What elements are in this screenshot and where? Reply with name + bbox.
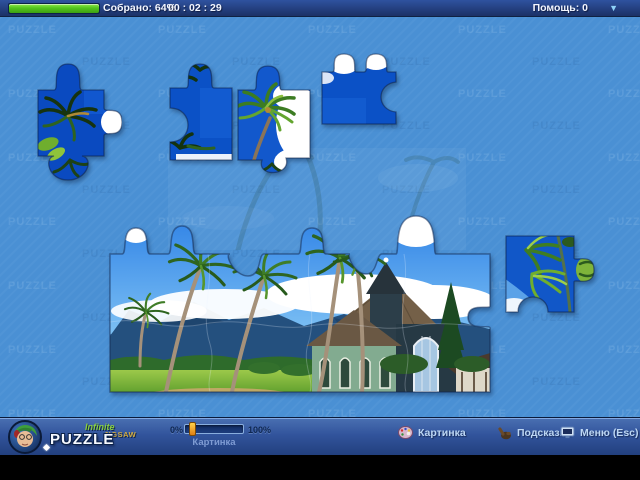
picture-zoom-slider[interactable] — [184, 424, 244, 434]
palette-icon — [398, 426, 413, 439]
collected-progress-fill — [9, 4, 99, 13]
assembled-puzzle-block[interactable] — [104, 214, 494, 394]
slider-handle[interactable] — [189, 422, 196, 436]
logo-star — [43, 444, 50, 451]
loose-puzzle-piece-palm-crown[interactable] — [226, 62, 322, 176]
picture-button[interactable]: Картинка — [398, 426, 466, 439]
monitor-icon — [560, 426, 575, 439]
mascot-logo-icon — [8, 420, 42, 454]
pointing-hand-icon — [498, 426, 512, 440]
loose-puzzle-piece-cloud-sky[interactable] — [316, 52, 410, 134]
logo-text-puzzle: PUZZLE — [50, 431, 114, 448]
slider-caption: Картинка — [184, 437, 244, 448]
loose-puzzle-piece-palm-cloud[interactable] — [24, 56, 122, 182]
timer-label: 00 : 02 : 29 — [168, 2, 222, 14]
help-count-label: Помощь: 0 — [533, 2, 588, 14]
bottom-toolbar: Infinite JIGSAW PUZZLE 0% 100% Картинка … — [0, 417, 640, 455]
help-dropdown-arrow-icon[interactable]: ▼ — [609, 3, 618, 13]
menu-button-label: Меню (Esc) — [580, 427, 639, 439]
picture-button-label: Картинка — [418, 427, 466, 439]
game-window: PUZZLE PUZZLE — [0, 0, 640, 480]
collected-percent-label: Собрано: 64% — [103, 2, 176, 14]
loose-puzzle-piece-palm-fronds[interactable] — [498, 224, 602, 324]
top-status-bar: Собрано: 64% 00 : 02 : 29 Помощь: 0 ▼ — [0, 0, 640, 17]
slider-max-label: 100% — [248, 425, 271, 435]
collected-progress-bar — [8, 3, 100, 14]
menu-button[interactable]: Меню (Esc) — [560, 426, 639, 439]
bottom-letterbox — [0, 455, 640, 480]
slider-min-label: 0% — [170, 425, 183, 435]
